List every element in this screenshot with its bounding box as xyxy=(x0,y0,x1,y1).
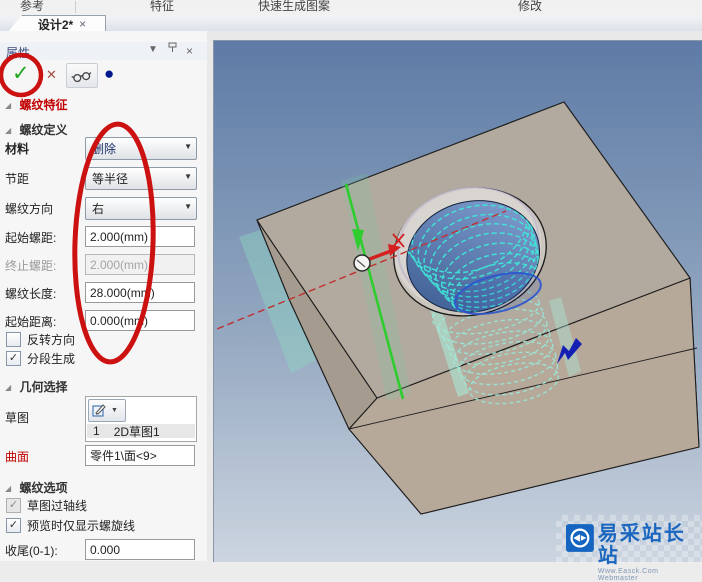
checkbox-box[interactable]: ✓ xyxy=(6,518,21,533)
dropdown-caret-icon: ▼ xyxy=(184,172,192,181)
checkbox-label: 草图过轴线 xyxy=(27,499,88,513)
menu-bar: 参考 特征 快速生成图案 修改 xyxy=(0,0,702,16)
reverse-direction-checkbox[interactable]: 反转方向 xyxy=(6,331,75,348)
feature-title: 螺纹特征 xyxy=(19,98,68,112)
watermark-subtitle: Www.Easck.Com Webmaster xyxy=(597,568,659,582)
direction-label: 螺纹方向 xyxy=(5,202,54,216)
pitch-label: 节距 xyxy=(5,172,30,186)
glasses-icon xyxy=(71,71,92,82)
ok-button[interactable]: ✓ xyxy=(12,61,30,86)
menu-item-reference[interactable]: 参考 xyxy=(20,0,44,14)
thread-length-label: 螺纹长度: xyxy=(5,287,57,301)
section-label: 螺纹定义 xyxy=(19,123,68,137)
menu-item-feature[interactable]: 特征 xyxy=(150,0,174,14)
tab-label: 设计2* xyxy=(37,17,74,32)
preview-glasses-button[interactable] xyxy=(66,63,98,88)
tail-input[interactable] xyxy=(85,539,195,560)
end-pitch-label: 终止螺距: xyxy=(5,259,57,273)
section-thread-definition[interactable]: ◢ 螺纹定义 xyxy=(5,121,68,138)
section-label: 螺纹选项 xyxy=(19,481,68,495)
check-icon: ✓ xyxy=(8,352,19,364)
feature-title-row: ◢ 螺纹特征 xyxy=(5,96,68,113)
tab-bar: 设计2* × xyxy=(0,15,702,32)
watermark: 易采站长站 Www.Easck.Com Webmaster xyxy=(556,515,702,582)
pitch-value: 等半径 xyxy=(92,172,129,186)
end-pitch-input xyxy=(85,254,195,275)
menu-item-pattern[interactable]: 快速生成图案 xyxy=(258,0,330,14)
checkbox-box: ✓ xyxy=(6,498,21,513)
dropdown-caret-icon: ▼ xyxy=(111,407,118,414)
dropdown-caret-icon: ▼ xyxy=(184,202,192,211)
section-label: 几何选择 xyxy=(19,380,68,394)
segmented-checkbox[interactable]: ✓ 分段生成 xyxy=(6,350,75,367)
watermark-title: 易采站长站 xyxy=(597,523,686,567)
start-distance-label: 起始距离: xyxy=(5,315,57,329)
viewport-3d[interactable] xyxy=(206,40,702,562)
section-geometry[interactable]: ◢ 几何选择 xyxy=(5,378,68,395)
viewport-3d-scene[interactable] xyxy=(206,41,702,562)
pitch-dropdown[interactable]: 等半径 ▼ xyxy=(85,167,197,190)
sketch-picker-button[interactable]: ▼ xyxy=(88,399,126,422)
start-pitch-input[interactable] xyxy=(85,226,195,247)
dropdown-caret-icon: ▼ xyxy=(184,142,192,151)
panel-title: 属性 xyxy=(6,46,31,60)
check-icon: ✓ xyxy=(8,519,19,531)
menu-separator xyxy=(75,1,76,13)
section-thread-options[interactable]: ◢ 螺纹选项 xyxy=(5,479,68,496)
preview-helix-only-checkbox[interactable]: ✓ 预览时仅显示螺旋线 xyxy=(6,517,135,534)
material-dropdown[interactable]: 删除 ▼ xyxy=(85,137,197,160)
check-icon: ✓ xyxy=(8,499,19,511)
sketch-row-index: 1 xyxy=(93,424,100,438)
color-dot-button[interactable]: ● xyxy=(104,64,114,84)
direction-dropdown[interactable]: 右 ▼ xyxy=(85,197,197,220)
sketch-pencil-icon xyxy=(92,404,106,417)
checkbox-label: 预览时仅显示螺旋线 xyxy=(27,519,136,533)
menu-item-modify[interactable]: 修改 xyxy=(518,0,542,14)
panel-collapse-icon[interactable]: ▼ xyxy=(148,44,158,55)
panel-titlebar: 属性 ▼ × xyxy=(0,42,207,60)
surface-label: 曲面 xyxy=(5,450,30,464)
viewport-frame: 易采站长站 Www.Easck.Com Webmaster xyxy=(206,31,702,582)
sketch-list-row[interactable]: 1 2D草图1 xyxy=(87,424,195,439)
properties-panel: 属性 ▼ × ✓ ✕ ● ◢ 螺纹特征 ◢ 螺纹定义 材料 删除 ▼ 节距 等半… xyxy=(0,31,208,561)
section-arrow-icon: ◢ xyxy=(5,484,12,493)
panel-pin-icon[interactable] xyxy=(168,42,177,56)
sketch-field[interactable]: ▼ xyxy=(85,396,197,424)
section-arrow-icon: ◢ xyxy=(5,383,12,392)
sketch-through-axis-checkbox: ✓ 草图过轴线 xyxy=(6,497,87,514)
tab-close-icon[interactable]: × xyxy=(79,18,86,30)
tail-label: 收尾(0-1): xyxy=(5,544,58,558)
start-distance-input[interactable] xyxy=(85,310,195,331)
origin-drag-handle[interactable] xyxy=(353,254,371,272)
material-label: 材料 xyxy=(5,142,30,156)
tab-design2[interactable]: 设计2* × xyxy=(8,15,106,32)
start-pitch-label: 起始螺距: xyxy=(5,231,57,245)
direction-value: 右 xyxy=(92,202,105,216)
easck-logo-icon xyxy=(566,524,594,552)
sketch-list[interactable]: 1 2D草图1 xyxy=(85,423,197,442)
surface-input[interactable] xyxy=(85,445,195,466)
cancel-button[interactable]: ✕ xyxy=(46,67,57,83)
checkbox-box[interactable]: ✓ xyxy=(6,351,21,366)
checkbox-label: 分段生成 xyxy=(27,352,76,366)
sketch-row-value: 2D草图1 xyxy=(113,424,160,439)
sketch-label: 草图 xyxy=(5,411,30,425)
panel-close-icon[interactable]: × xyxy=(186,44,193,58)
section-arrow-icon[interactable]: ◢ xyxy=(5,101,11,110)
thread-length-input[interactable] xyxy=(85,282,195,303)
checkbox-label: 反转方向 xyxy=(27,333,76,347)
checkbox-box[interactable] xyxy=(6,332,21,347)
section-arrow-icon: ◢ xyxy=(5,126,12,135)
material-value: 删除 xyxy=(92,142,117,156)
